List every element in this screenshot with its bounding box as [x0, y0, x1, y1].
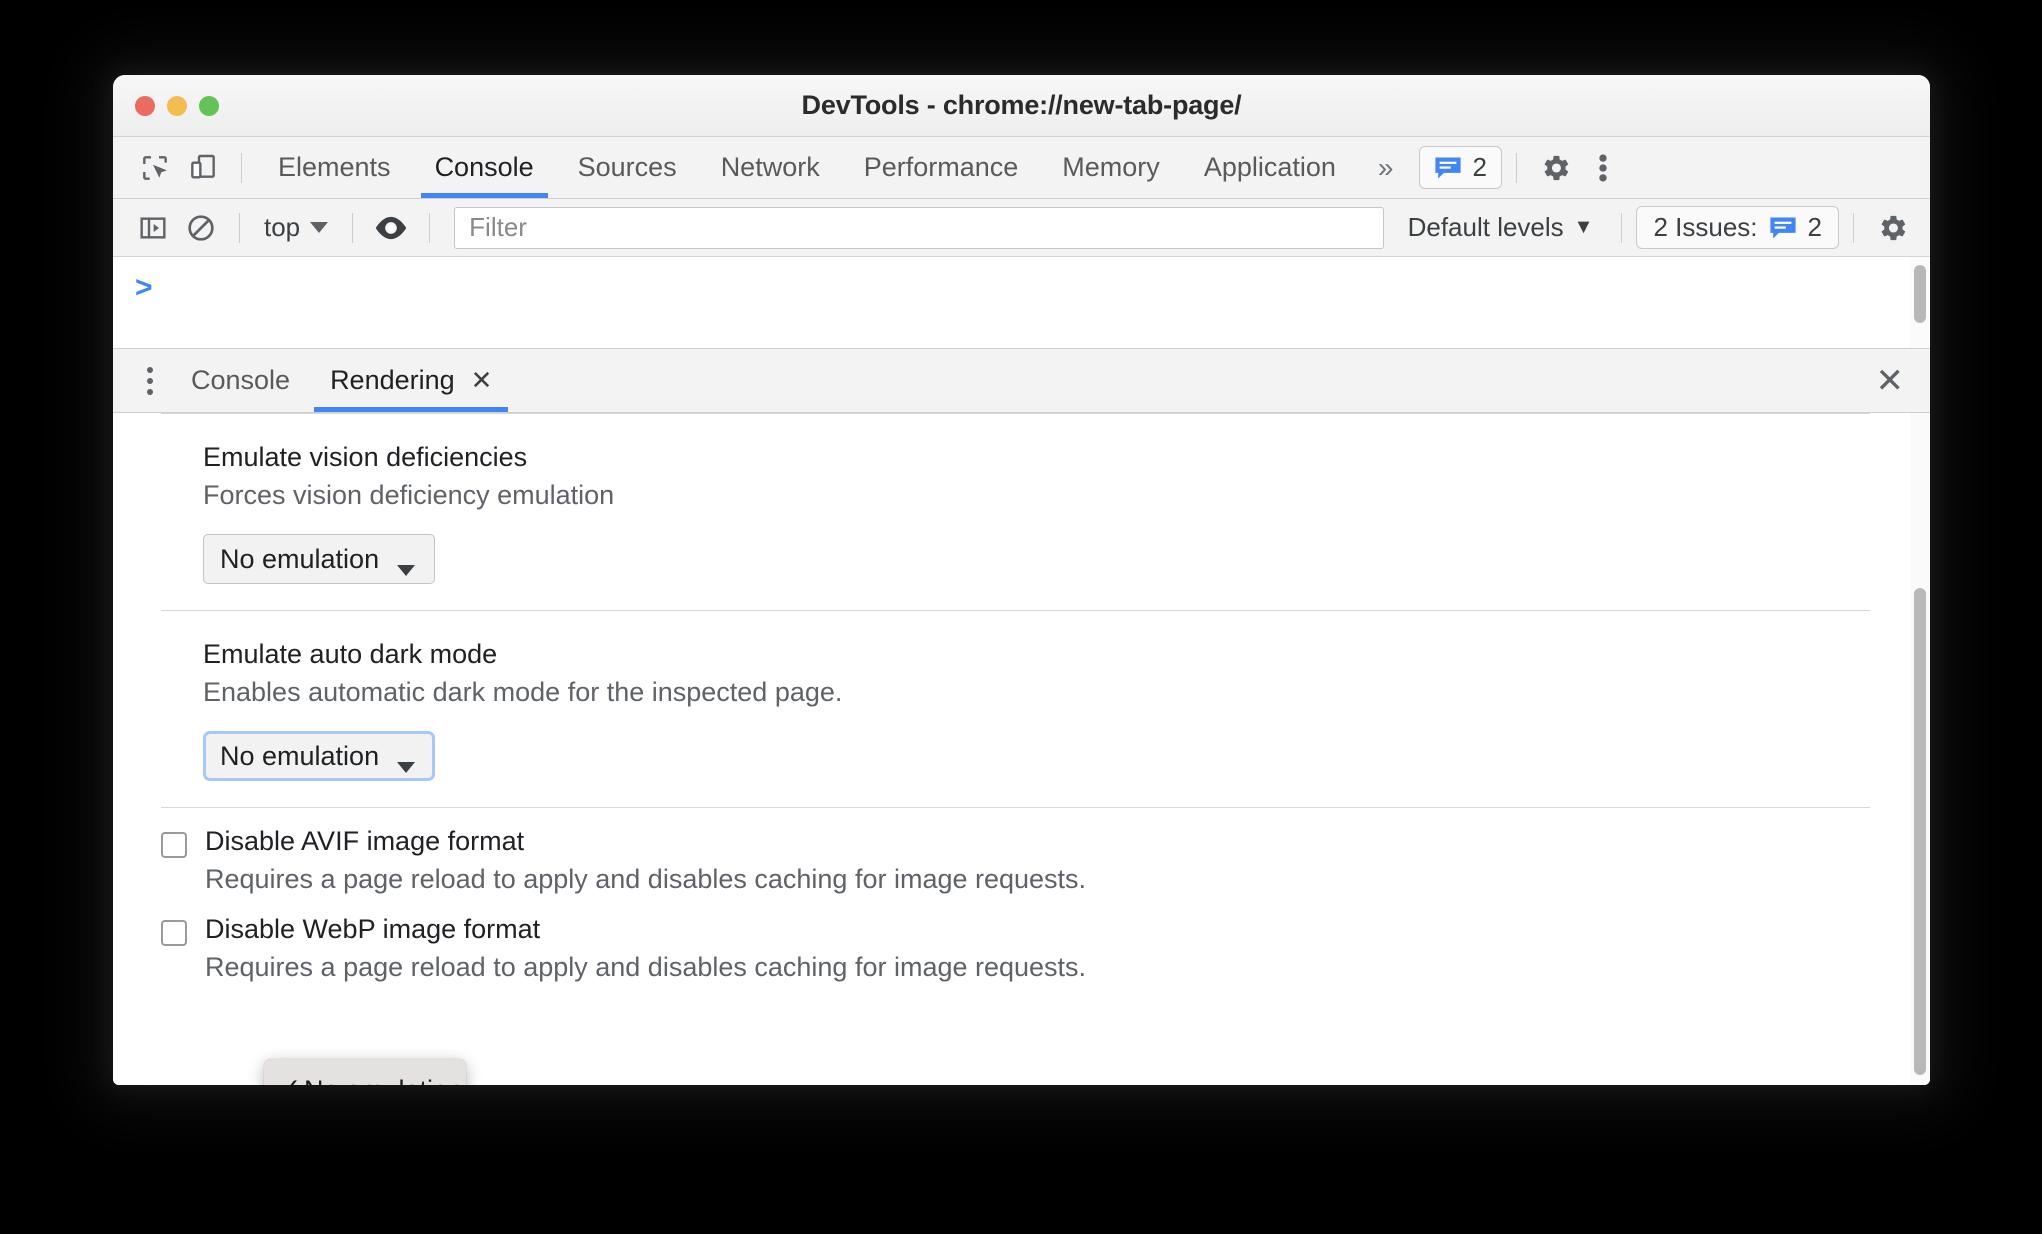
tab-performance[interactable]: Performance	[842, 137, 1041, 198]
devtools-window: DevTools - chrome://new-tab-page/ Elemen…	[113, 75, 1930, 1085]
drawer-tab-rendering[interactable]: Rendering ✕	[310, 349, 512, 412]
minimize-window-button[interactable]	[167, 95, 187, 116]
window-title: DevTools - chrome://new-tab-page/	[801, 90, 1242, 120]
traffic-lights	[135, 95, 219, 116]
menu-item-label: No emulation	[304, 1075, 463, 1085]
section-title: Emulate vision deficiencies	[203, 442, 528, 472]
console-scrollbar-thumb[interactable]	[1914, 265, 1926, 323]
disable-webp-checkbox[interactable]	[161, 920, 187, 947]
checkbox-title: Disable WebP image format	[205, 914, 541, 945]
checkbox-row-disable-avif[interactable]: Disable AVIF image format Requires a pag…	[161, 808, 1870, 896]
section-title: Emulate auto dark mode	[203, 639, 498, 670]
vision-deficiency-select[interactable]: No emulation	[203, 534, 435, 585]
tab-label: Memory	[1062, 152, 1160, 182]
section-description: Enables automatic dark mode for the insp…	[203, 676, 843, 707]
gear-icon[interactable]	[1531, 145, 1579, 191]
console-divider-5	[1853, 212, 1854, 243]
console-prompt-caret: >	[135, 271, 153, 304]
tab-network[interactable]: Network	[699, 137, 842, 198]
chevron-down-icon: ▼	[1573, 216, 1594, 238]
devtools-tabbar: Elements Console Sources Network Perform…	[113, 137, 1930, 199]
tab-application[interactable]: Application	[1182, 137, 1358, 198]
drawer-close-button[interactable]: ✕	[1876, 364, 1905, 398]
console-issues-count: 2	[1807, 212, 1822, 242]
close-icon[interactable]: ✕	[471, 365, 493, 396]
console-toolbar: top Filter Default levels ▼ 2 Issues: 2	[113, 199, 1930, 257]
issue-message-icon	[1434, 156, 1462, 180]
inspect-element-icon[interactable]	[131, 145, 179, 191]
more-tabs-icon[interactable]: »	[1358, 152, 1414, 184]
toolbar-divider	[241, 152, 242, 183]
log-levels-label: Default levels	[1407, 212, 1564, 242]
section-emulate-vision-deficiencies: Emulate vision deficiencies Forces visio…	[161, 414, 1870, 610]
console-sidebar-icon[interactable]	[129, 205, 177, 251]
issue-message-icon	[1769, 216, 1797, 240]
tab-label: Performance	[863, 152, 1019, 182]
tab-elements[interactable]: Elements	[256, 137, 413, 198]
checkbox-text: Disable WebP image format Requires a pag…	[205, 912, 1086, 984]
clear-console-icon[interactable]	[177, 205, 225, 251]
check-icon: ✓	[280, 1072, 301, 1085]
live-expression-icon[interactable]	[367, 205, 415, 251]
tab-label: Sources	[577, 152, 677, 182]
tab-label: Console	[434, 152, 534, 182]
panel-tabs: Elements Console Sources Network Perform…	[256, 137, 1358, 198]
issues-badge-button[interactable]: 2	[1419, 146, 1502, 189]
device-toolbar-icon[interactable]	[179, 145, 227, 191]
chevron-down-icon	[310, 222, 329, 233]
rendering-panel-content: Emulate vision deficiencies Forces visio…	[113, 413, 1930, 984]
section-emulate-auto-dark-mode: Emulate auto dark mode Enables automatic…	[161, 611, 1870, 807]
console-filter-input[interactable]: Filter	[454, 206, 1384, 249]
auto-dark-mode-dropdown-menu[interactable]: ✓ No emulation Enable Disable	[264, 1059, 466, 1085]
tab-memory[interactable]: Memory	[1040, 137, 1182, 198]
menu-item-no-emulation[interactable]: ✓ No emulation	[270, 1067, 463, 1085]
rendering-scrollbar[interactable]	[1910, 413, 1930, 1085]
execution-context-label: top	[264, 212, 301, 242]
console-issues-label: 2 Issues:	[1653, 212, 1758, 242]
close-window-button[interactable]	[135, 95, 155, 116]
kebab-menu-icon[interactable]	[1579, 145, 1627, 191]
tab-label: Elements	[278, 152, 391, 182]
section-description: Forces vision deficiency emulation	[203, 479, 615, 510]
tab-label: Application	[1203, 152, 1336, 182]
console-divider-4	[1621, 212, 1623, 243]
toolbar-divider-2	[1515, 152, 1517, 183]
drawer-tab-console[interactable]: Console	[171, 349, 310, 412]
checkbox-description: Requires a page reload to apply and disa…	[205, 863, 1087, 894]
vision-deficiency-select-wrap: No emulation	[203, 512, 435, 610]
checkbox-text: Disable AVIF image format Requires a pag…	[205, 824, 1086, 896]
auto-dark-mode-select-wrap: No emulation	[203, 709, 435, 807]
checkbox-row-disable-webp[interactable]: Disable WebP image format Requires a pag…	[161, 896, 1870, 984]
drawer-kebab-menu-icon[interactable]	[129, 366, 171, 395]
checkbox-title: Disable AVIF image format	[205, 826, 525, 857]
gear-icon[interactable]	[1868, 205, 1916, 251]
rendering-panel: Emulate vision deficiencies Forces visio…	[113, 413, 1930, 1085]
execution-context-selector[interactable]: top	[254, 212, 338, 243]
tab-sources[interactable]: Sources	[556, 137, 699, 198]
drawer-tabbar: Console Rendering ✕ ✕	[113, 349, 1930, 413]
console-output-area[interactable]: >	[113, 257, 1930, 349]
console-divider-3	[429, 212, 431, 243]
console-divider-2	[352, 212, 354, 243]
console-scrollbar[interactable]	[1910, 257, 1930, 348]
zoom-window-button[interactable]	[199, 95, 219, 116]
drawer-tab-label: Console	[191, 365, 291, 395]
auto-dark-mode-select[interactable]: No emulation	[203, 731, 435, 782]
console-divider-1	[239, 212, 240, 243]
rendering-scrollbar-thumb[interactable]	[1914, 588, 1926, 1075]
tab-console[interactable]: Console	[413, 137, 556, 198]
log-levels-selector[interactable]: Default levels ▼	[1394, 212, 1608, 243]
console-issues-button[interactable]: 2 Issues: 2	[1636, 206, 1839, 249]
tab-label: Network	[720, 152, 820, 182]
window-titlebar: DevTools - chrome://new-tab-page/	[113, 75, 1930, 137]
drawer-tab-label: Rendering	[330, 365, 455, 395]
issues-count: 2	[1472, 152, 1487, 182]
screenshot-stage: DevTools - chrome://new-tab-page/ Elemen…	[0, 0, 2042, 1234]
checkbox-description: Requires a page reload to apply and disa…	[205, 951, 1087, 982]
disable-avif-checkbox[interactable]	[161, 832, 187, 859]
